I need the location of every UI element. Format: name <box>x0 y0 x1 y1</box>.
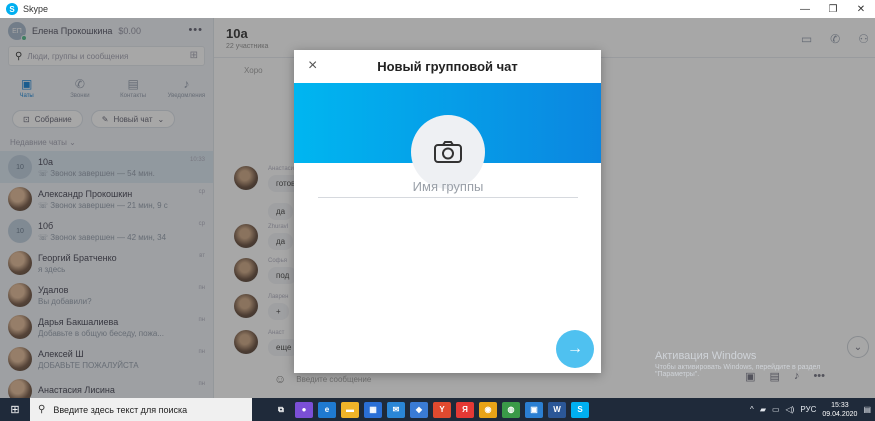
camera-icon <box>434 141 462 163</box>
windows-taskbar: ⊞ ⚲ Введите здесь текст для поиска ⧉ ● e… <box>0 398 875 421</box>
maximize-button[interactable]: ❐ <box>819 0 847 18</box>
dialog-header: × Новый групповой чат <box>294 50 601 83</box>
windows-logo-icon: ⊞ <box>10 404 20 416</box>
next-button[interactable]: → <box>556 330 594 368</box>
close-window-button[interactable]: ✕ <box>847 0 875 18</box>
task-view-icon[interactable]: ⧉ <box>272 401 290 418</box>
chevron-up-icon[interactable]: ^ <box>750 405 754 414</box>
windows-activation-watermark: Активация Windows Чтобы активировать Win… <box>655 350 821 378</box>
dialog-banner <box>294 83 601 189</box>
new-group-chat-dialog: × Новый групповой чат → <box>294 50 601 373</box>
app-green-icon[interactable]: ◍ <box>502 401 520 418</box>
title-bar: S Skype — ❐ ✕ <box>0 0 875 18</box>
skype-icon[interactable]: S <box>571 401 589 418</box>
notifications-icon[interactable]: ▤ <box>863 405 871 414</box>
explorer-icon[interactable]: ▬ <box>341 401 359 418</box>
dialog-title: Новый групповой чат <box>377 59 518 74</box>
network-icon[interactable]: ▰ <box>760 405 766 414</box>
group-name-field[interactable] <box>318 176 578 198</box>
clock[interactable]: 15:33 09.04.2020 <box>822 401 857 419</box>
taskbar-apps: ⧉ ● e ▬ ▦ ✉ ◆ Y Я ◉ ◍ ▣ W S <box>272 401 589 418</box>
volume-icon[interactable]: ◁) <box>786 405 795 414</box>
battery-icon[interactable]: ▭ <box>772 405 780 414</box>
store-icon[interactable]: ▦ <box>364 401 382 418</box>
app-purple-icon[interactable]: ● <box>295 401 313 418</box>
edge-icon[interactable]: e <box>318 401 336 418</box>
window-controls: — ❐ ✕ <box>791 0 875 18</box>
photos-icon[interactable]: ◆ <box>410 401 428 418</box>
word-icon[interactable]: W <box>548 401 566 418</box>
image-viewer-icon[interactable]: ▣ <box>525 401 543 418</box>
system-tray: ^ ▰ ▭ ◁) РУС 15:33 09.04.2020 ▤ <box>750 398 871 421</box>
chrome-icon[interactable]: ◉ <box>479 401 497 418</box>
yandex-browser-icon[interactable]: Y <box>433 401 451 418</box>
minimize-button[interactable]: — <box>791 0 819 18</box>
group-name-input[interactable] <box>318 179 578 194</box>
close-dialog-button[interactable]: × <box>308 57 317 75</box>
taskbar-search-input[interactable]: Введите здесь текст для поиска <box>53 405 187 415</box>
search-icon: ⚲ <box>38 404 46 415</box>
yandex-icon[interactable]: Я <box>456 401 474 418</box>
window-title: Skype <box>23 4 49 14</box>
start-button[interactable]: ⊞ <box>0 398 30 421</box>
language-indicator[interactable]: РУС <box>800 405 816 414</box>
skype-logo-icon: S <box>6 3 18 15</box>
taskbar-search[interactable]: ⚲ Введите здесь текст для поиска <box>30 398 252 421</box>
mail-icon[interactable]: ✉ <box>387 401 405 418</box>
